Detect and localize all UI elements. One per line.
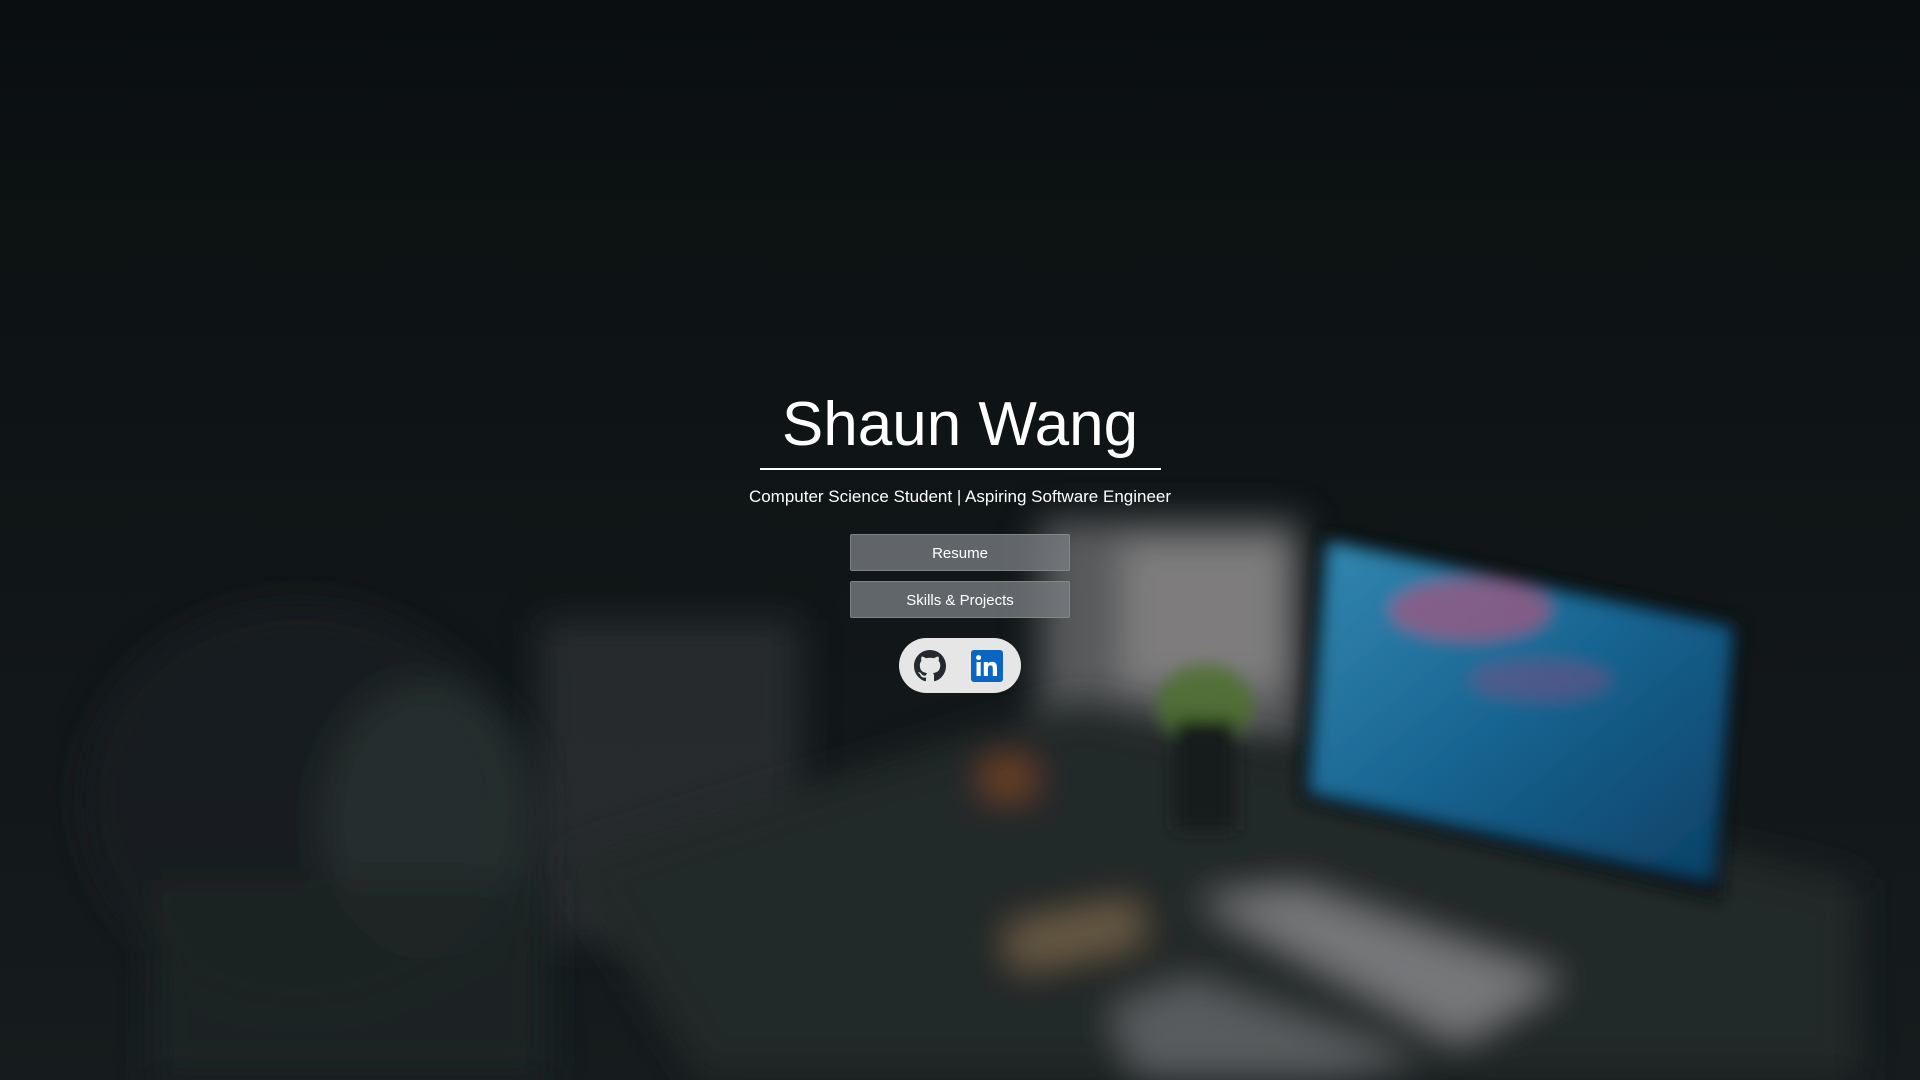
social-links (899, 638, 1021, 693)
resume-button[interactable]: Resume (850, 534, 1070, 571)
landing-hero: Shaun Wang Computer Science Student | As… (0, 0, 1920, 1080)
page-title: Shaun Wang (781, 390, 1139, 459)
title-underline (760, 468, 1161, 470)
linkedin-icon[interactable] (971, 650, 1003, 682)
skills-projects-button[interactable]: Skills & Projects (850, 581, 1070, 618)
tagline: Computer Science Student | Aspiring Soft… (748, 487, 1172, 506)
github-icon[interactable] (914, 650, 946, 682)
